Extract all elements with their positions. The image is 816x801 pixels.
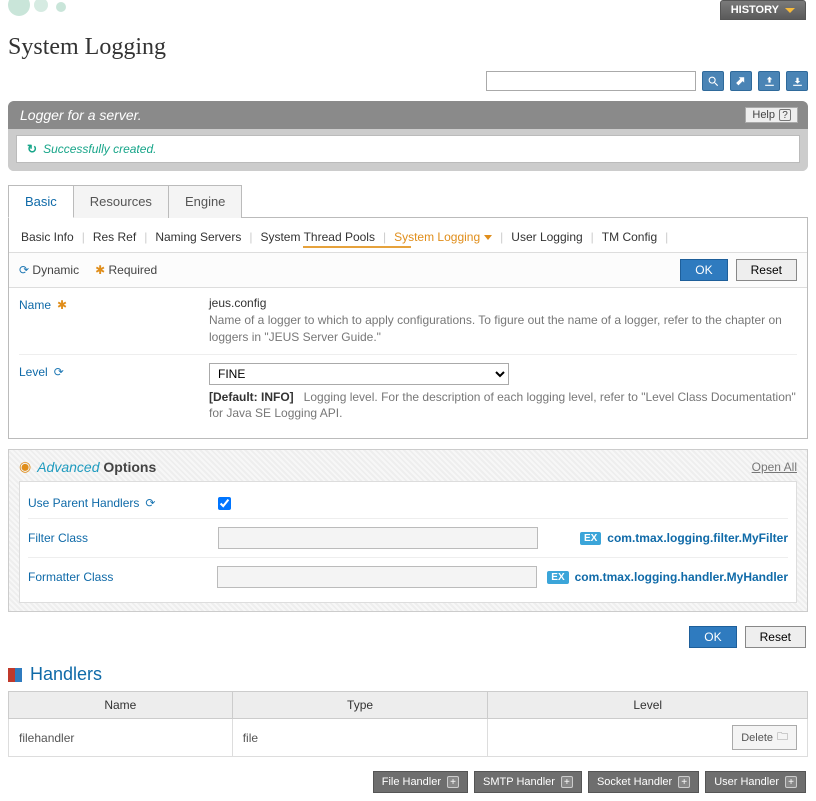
handlers-icon: [8, 668, 22, 682]
subnav-system-logging[interactable]: System Logging: [394, 230, 492, 244]
help-icon: ?: [779, 109, 791, 121]
dynamic-icon: ⟳: [19, 263, 29, 277]
tab-basic[interactable]: Basic: [8, 185, 74, 218]
handlers-table: Name Type Level filehandler file Delete …: [8, 691, 808, 757]
success-strip: ↻ Successfully created.: [16, 135, 800, 163]
level-default: [Default: INFO]: [209, 390, 294, 404]
plus-icon: +: [447, 776, 459, 788]
ex-badge: EX: [547, 571, 568, 584]
user-handler-button[interactable]: User Handler+: [705, 771, 806, 793]
search-input[interactable]: [486, 71, 696, 91]
dynamic-icon: ⟳: [145, 496, 155, 510]
socket-handler-button[interactable]: Socket Handler+: [588, 771, 699, 793]
required-icon: ✱: [95, 263, 105, 277]
main-tabs: Basic Resources Engine: [8, 185, 808, 218]
search-icon-button[interactable]: [702, 71, 724, 91]
help-label: Help: [752, 109, 775, 121]
delete-button[interactable]: Delete 🗀: [732, 725, 797, 750]
ok-button-bottom[interactable]: OK: [689, 626, 736, 648]
export-xml-button[interactable]: [786, 71, 808, 91]
table-row: filehandler file Delete 🗀: [9, 719, 808, 757]
col-type: Type: [232, 692, 488, 719]
import-xml-button[interactable]: [758, 71, 780, 91]
active-underline: [303, 246, 411, 248]
use-parent-handlers-label: Use Parent Handlers: [28, 496, 139, 510]
dynamic-legend: ⟳ Dynamic: [19, 263, 79, 277]
reset-button-top[interactable]: Reset: [736, 259, 797, 281]
upload-icon: [763, 75, 776, 88]
reset-button-bottom[interactable]: Reset: [745, 626, 806, 648]
row-level: Level ⟳ FINE [Default: INFO] Logging lev…: [19, 355, 797, 431]
dynamic-icon: ⟳: [54, 365, 64, 379]
tab-resources[interactable]: Resources: [74, 185, 169, 218]
subnav-res-ref[interactable]: Res Ref: [93, 230, 136, 244]
use-parent-handlers-checkbox[interactable]: [218, 497, 231, 510]
subnav-basic-info[interactable]: Basic Info: [21, 230, 74, 244]
download-icon: [791, 75, 804, 88]
help-button[interactable]: Help ?: [745, 107, 798, 123]
plus-icon: +: [785, 776, 797, 788]
success-message: Successfully created.: [43, 142, 156, 156]
link-icon-button[interactable]: [730, 71, 752, 91]
row-formatter-class: Formatter Class EX com.tmax.logging.hand…: [28, 557, 788, 596]
search-icon: [707, 75, 720, 88]
ex-badge: EX: [580, 532, 601, 545]
required-legend: ✱ Required: [95, 263, 157, 277]
plus-icon: +: [561, 776, 573, 788]
tab-engine[interactable]: Engine: [169, 185, 242, 218]
filter-class-label: Filter Class: [28, 531, 88, 545]
required-icon: ✱: [57, 298, 67, 312]
row-use-parent-handlers: Use Parent Handlers ⟳: [28, 488, 788, 518]
open-all-link[interactable]: Open All: [752, 460, 797, 474]
refresh-icon: ↻: [27, 142, 37, 156]
page-title: System Logging: [8, 24, 808, 67]
level-hint: Logging level. For the description of ea…: [209, 390, 796, 421]
meta-row: ⟳ Dynamic ✱ Required OK Reset: [9, 252, 807, 288]
formatter-class-input[interactable]: [217, 566, 537, 588]
subnav-user-logging[interactable]: User Logging: [511, 230, 582, 244]
plus-icon: +: [678, 776, 690, 788]
handlers-heading: Handlers: [8, 664, 808, 685]
col-name: Name: [9, 692, 233, 719]
row-name: Name ✱ jeus.config Name of a logger to w…: [19, 288, 797, 355]
filter-class-input[interactable]: [218, 527, 538, 549]
filter-class-example: com.tmax.logging.filter.MyFilter: [607, 531, 788, 545]
formatter-class-example: com.tmax.logging.handler.MyHandler: [575, 570, 788, 584]
ok-button-top[interactable]: OK: [680, 259, 727, 281]
level-select[interactable]: FINE: [209, 363, 509, 385]
link-icon: [735, 75, 748, 88]
footer-buttons: File Handler+ SMTP Handler+ Socket Handl…: [0, 757, 816, 801]
advanced-title-rest: Options: [103, 459, 156, 475]
chevron-down-icon: [484, 235, 492, 240]
cell-name: filehandler: [9, 719, 233, 757]
shield-icon: ◉: [19, 458, 31, 475]
cell-level: Delete 🗀: [488, 719, 808, 757]
file-handler-button[interactable]: File Handler+: [373, 771, 468, 793]
banner: Logger for a server. Help ? ↻ Successful…: [8, 101, 808, 171]
name-hint: Name of a logger to which to apply confi…: [209, 312, 797, 346]
delete-icon: 🗀: [777, 728, 788, 747]
banner-title: Logger for a server.: [20, 107, 142, 123]
advanced-panel: ◉ Advanced Options Open All Use Parent H…: [8, 449, 808, 612]
subnav-naming-servers[interactable]: Naming Servers: [155, 230, 241, 244]
name-value: jeus.config: [209, 296, 797, 310]
row-filter-class: Filter Class EX com.tmax.logging.filter.…: [28, 518, 788, 557]
formatter-class-label: Formatter Class: [28, 570, 113, 584]
search-row: [8, 67, 808, 101]
subnav-system-thread-pools[interactable]: System Thread Pools: [260, 230, 375, 244]
smtp-handler-button[interactable]: SMTP Handler+: [474, 771, 582, 793]
subnav-tm-config[interactable]: TM Config: [602, 230, 657, 244]
level-label: Level: [19, 365, 48, 379]
decorative-circles: [8, 0, 88, 24]
col-level: Level: [488, 692, 808, 719]
cell-type: file: [232, 719, 488, 757]
advanced-title-em: Advanced: [37, 459, 99, 475]
name-label: Name: [19, 298, 51, 312]
